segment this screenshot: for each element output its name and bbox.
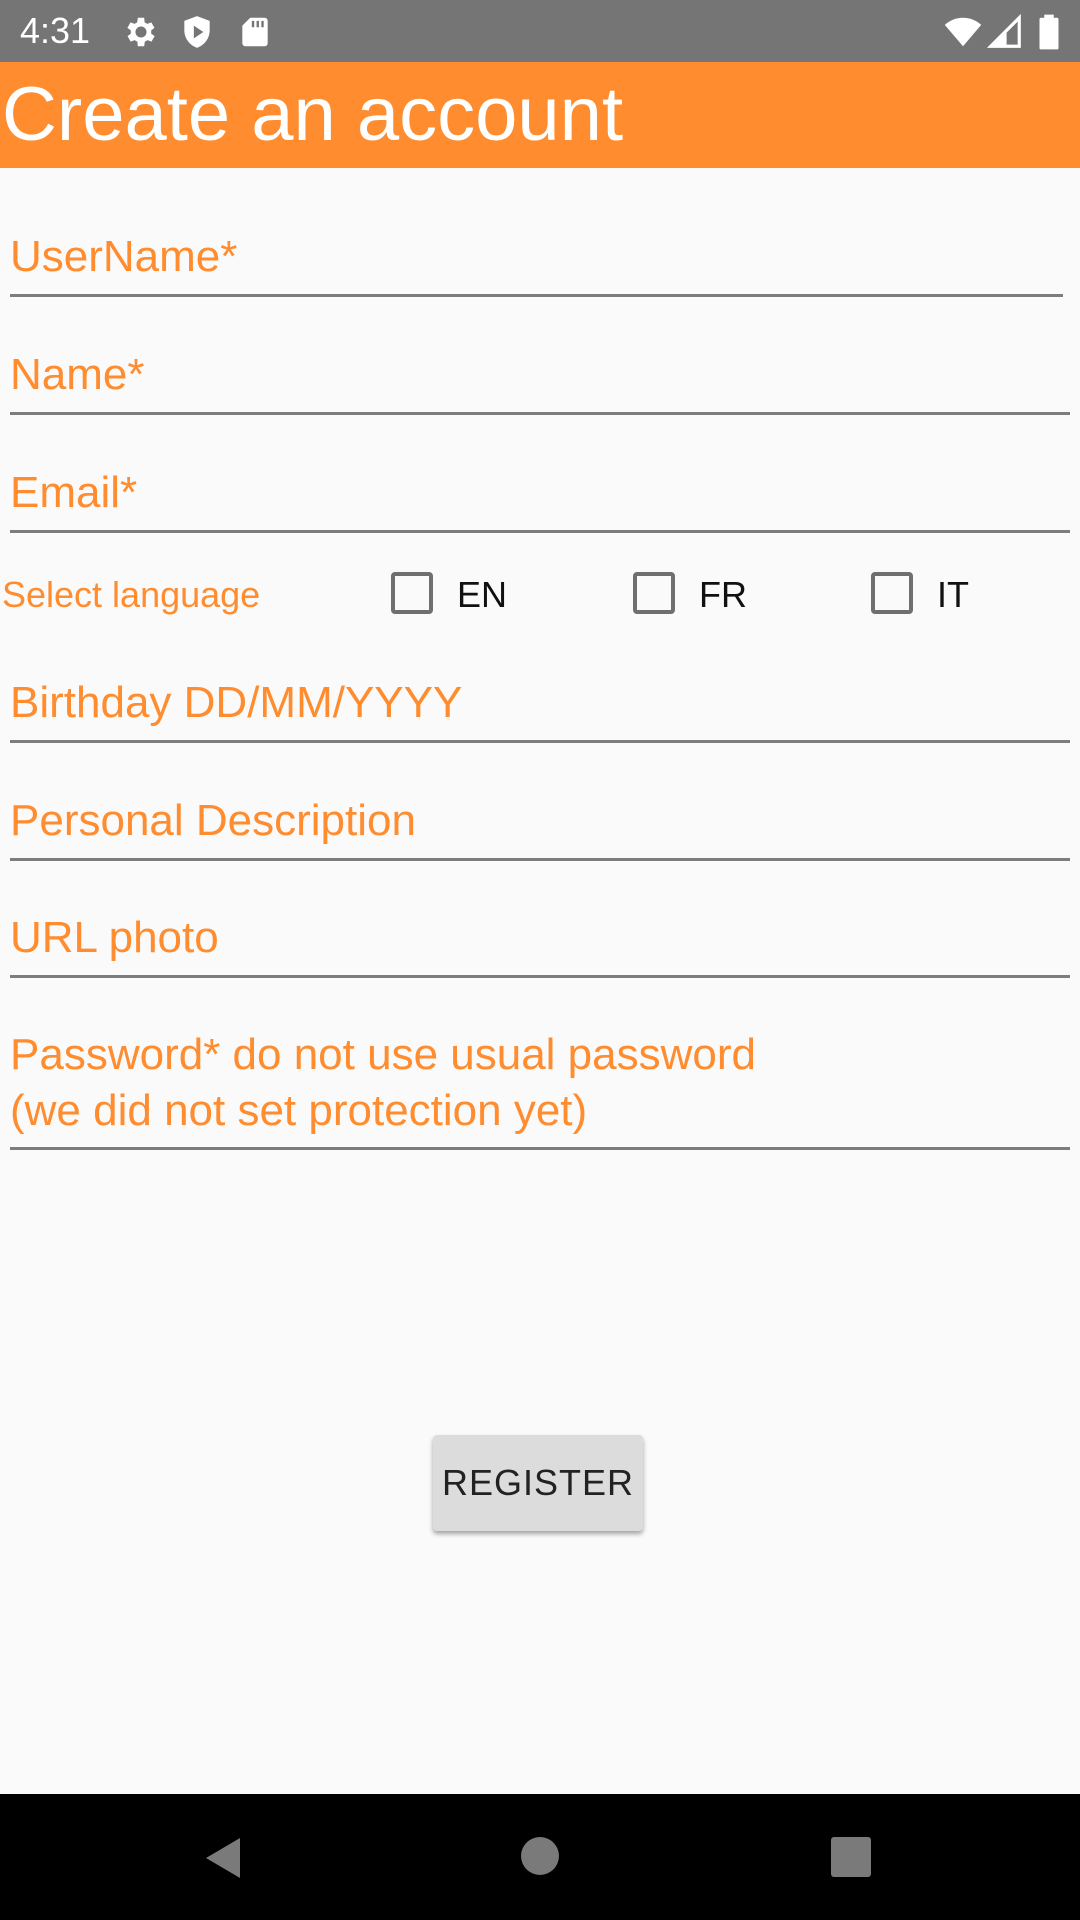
name-placeholder: Name* xyxy=(10,350,145,399)
back-icon[interactable] xyxy=(200,1834,248,1882)
name-field[interactable]: Name* xyxy=(10,348,1070,415)
password-field[interactable]: Password* do not use usual password (we … xyxy=(10,1020,1070,1150)
shield-icon xyxy=(184,16,210,48)
language-label: Select language xyxy=(2,574,261,615)
battery-icon xyxy=(1039,14,1059,50)
email-placeholder: Email* xyxy=(10,468,138,517)
username-field[interactable]: UserName* xyxy=(10,230,1063,297)
checkbox-fr[interactable] xyxy=(633,572,675,614)
language-checkbox-fr[interactable]: FR xyxy=(633,570,763,622)
navigation-bar xyxy=(0,1794,1080,1920)
checkbox-it[interactable] xyxy=(871,572,913,614)
password-placeholder-line2: (we did not set protection yet) xyxy=(10,1086,588,1135)
register-button[interactable]: REGISTER xyxy=(433,1435,643,1531)
app-bar: Create an account xyxy=(0,62,1080,168)
wifi-icon xyxy=(944,17,982,47)
password-placeholder-line1: Password* do not use usual password xyxy=(10,1030,756,1079)
status-time: 4:31 xyxy=(20,10,91,51)
checkbox-en[interactable] xyxy=(391,572,433,614)
checkbox-label-en: EN xyxy=(457,574,508,615)
recents-icon[interactable] xyxy=(830,1836,872,1878)
settings-icon xyxy=(127,17,155,47)
password-placeholder: Password* do not use usual password (we … xyxy=(10,1027,756,1139)
username-placeholder: UserName* xyxy=(10,232,238,281)
birthday-field[interactable]: Birthday DD/MM/YYYY xyxy=(10,676,1070,743)
email-field[interactable]: Email* xyxy=(10,466,1070,533)
status-bar: 4:31 xyxy=(0,0,1080,62)
page-title: Create an account xyxy=(2,72,624,157)
checkbox-label-fr: FR xyxy=(699,574,747,615)
photo-url-field[interactable]: URL photo xyxy=(10,911,1070,978)
description-field[interactable]: Personal Description xyxy=(10,794,1070,861)
language-checkbox-en[interactable]: EN xyxy=(391,570,521,622)
description-placeholder: Personal Description xyxy=(10,796,416,845)
birthday-placeholder: Birthday DD/MM/YYYY xyxy=(10,678,463,727)
photo-url-placeholder: URL photo xyxy=(10,913,219,962)
sd-card-icon xyxy=(242,17,268,47)
language-checkbox-it[interactable]: IT xyxy=(871,570,1001,622)
checkbox-label-it: IT xyxy=(937,574,969,615)
signal-icon xyxy=(986,13,1021,48)
language-row: Select language EN FR IT xyxy=(0,560,1080,630)
home-icon[interactable] xyxy=(520,1836,560,1876)
